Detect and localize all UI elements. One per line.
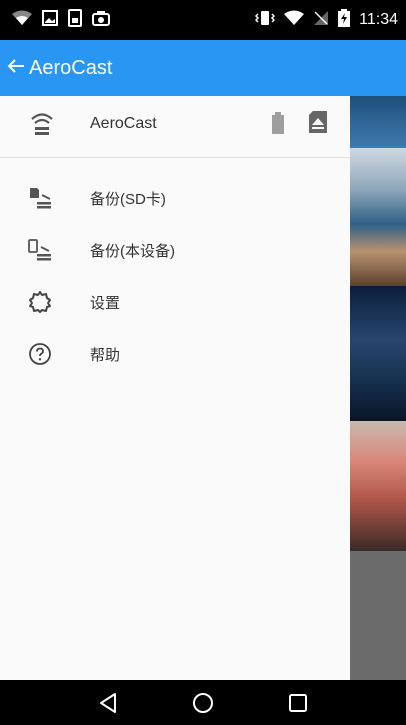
device-backup-icon [26, 236, 54, 264]
wifi-question-icon [12, 10, 32, 31]
drawer-header-title: AeroCast [90, 115, 157, 132]
home-circle-icon[interactable] [183, 683, 223, 723]
status-time: 11:34 [359, 11, 398, 28]
menu-item-label: 设置 [90, 295, 121, 312]
status-right-icons: 11:34 [255, 8, 398, 32]
wifi-hotspot-icon [30, 110, 54, 147]
image-icon [42, 9, 58, 31]
drawer-header: AeroCast [0, 96, 350, 158]
drawer-menu: 备份(SD卡) 备份(本设备) 设置 帮助 [0, 172, 350, 380]
status-bar: 11:34 [0, 0, 406, 40]
gallery-image-3[interactable] [350, 286, 406, 421]
menu-item-settings[interactable]: 设置 [0, 276, 350, 328]
navigation-drawer: AeroCast 备份(SD卡) 备份(本设备) 设置 帮助 [0, 96, 350, 680]
navigation-bar [0, 680, 406, 725]
background-gallery [350, 96, 406, 680]
menu-item-backup-sd[interactable]: 备份(SD卡) [0, 172, 350, 224]
menu-item-label: 帮助 [90, 347, 121, 364]
no-signal-icon [313, 10, 329, 31]
sd-card-eject-icon[interactable] [308, 110, 328, 139]
menu-item-backup-device[interactable]: 备份(本设备) [0, 224, 350, 276]
vibrate-icon [255, 10, 276, 31]
app-bar: AeroCast [0, 40, 406, 96]
app-title: AeroCast [29, 56, 113, 79]
back-triangle-icon[interactable] [88, 683, 128, 723]
help-icon [26, 340, 54, 368]
menu-item-label: 备份(SD卡) [90, 191, 166, 208]
gallery-image-1[interactable] [350, 96, 406, 148]
wifi-icon [284, 10, 305, 31]
status-left-icons [12, 8, 110, 32]
camera-notify-icon [92, 10, 110, 31]
gallery-image-4[interactable] [350, 421, 406, 551]
menu-item-label: 备份(本设备) [90, 243, 175, 260]
sim-icon [68, 8, 82, 32]
recents-square-icon[interactable] [278, 683, 318, 723]
battery-icon [272, 112, 284, 139]
battery-charging-icon [338, 8, 351, 32]
arrow-left-icon[interactable] [6, 56, 26, 80]
sd-backup-icon [26, 184, 54, 212]
gear-icon [26, 288, 54, 316]
gallery-image-2[interactable] [350, 148, 406, 286]
menu-item-help[interactable]: 帮助 [0, 328, 350, 380]
